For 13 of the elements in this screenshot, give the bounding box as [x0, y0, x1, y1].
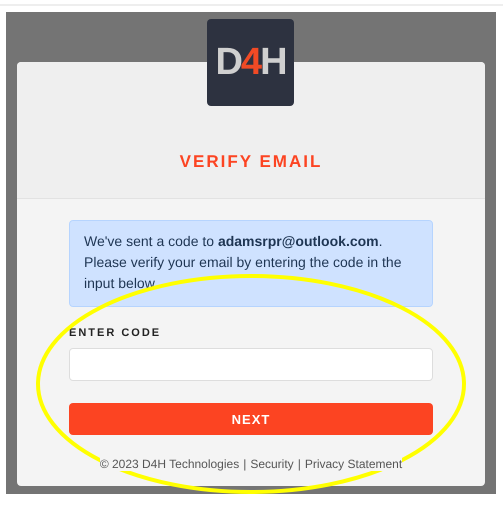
- logo-letter: H: [260, 41, 286, 84]
- logo-letter: 4: [240, 41, 260, 84]
- footer-link[interactable]: Security: [250, 457, 294, 471]
- info-message: We've sent a code to adamsrpr@outlook.com. Please verify your email by entering the code in the input below.: [69, 220, 433, 307]
- code-input-field[interactable]: [69, 348, 433, 381]
- separator: |: [243, 457, 246, 471]
- separator: |: [298, 457, 301, 471]
- next-button[interactable]: NEXT: [69, 403, 433, 435]
- page-heading: VERIFY EMAIL: [180, 152, 322, 172]
- logo-letter: D: [215, 41, 241, 84]
- footer-link[interactable]: Privacy Statement: [304, 457, 402, 471]
- copyright-text: © 2023 D4H Technologies: [100, 457, 240, 471]
- field-label: ENTER CODE: [69, 327, 162, 339]
